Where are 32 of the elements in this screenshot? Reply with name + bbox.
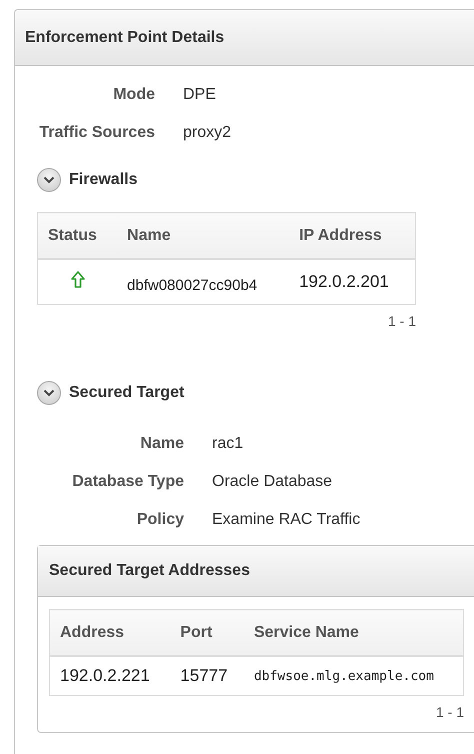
field-label: Mode [112,86,155,104]
table-cell: 15777 [170,656,244,696]
field-value: rac1 [212,435,244,453]
table-cell: dbfw080027cc90b4 [117,259,290,304]
section-title: Firewalls [69,171,138,189]
field-label: Traffic Sources [38,124,155,142]
field-label: Database Type [71,473,184,491]
row-range: 1 - 1 [436,704,464,720]
field-value: Oracle Database [212,473,334,491]
table-cell: dbfwsoe.mlg.example.com [244,656,464,696]
collapse-toggle[interactable] [37,381,61,405]
column-header: Port [170,610,244,656]
table-cell: 192.0.2.221 [50,656,170,696]
field-value: Examine RAC Traffic [212,511,362,529]
chevron-icon [43,176,55,184]
table-cell: 192.0.2.201 [289,259,416,304]
column-header: Name [117,212,290,259]
field-value: proxy2 [183,124,232,142]
chevron-icon [43,389,55,397]
collapse-toggle[interactable] [37,168,61,192]
section-title: Secured Target [69,384,184,402]
column-header: IP Address [289,212,416,259]
row-range: 1 - 1 [388,313,416,329]
field-label: Policy [136,511,184,529]
column-header: Address [50,610,170,656]
panel-title: Secured Target Addresses [38,546,474,597]
up-arrow-icon [70,271,85,288]
column-header: Status [38,212,118,259]
column-header: Service Name [244,610,464,656]
field-value: DPE [183,86,217,104]
panel-title: Enforcement Point Details [15,10,474,66]
field-label: Name [139,435,184,453]
